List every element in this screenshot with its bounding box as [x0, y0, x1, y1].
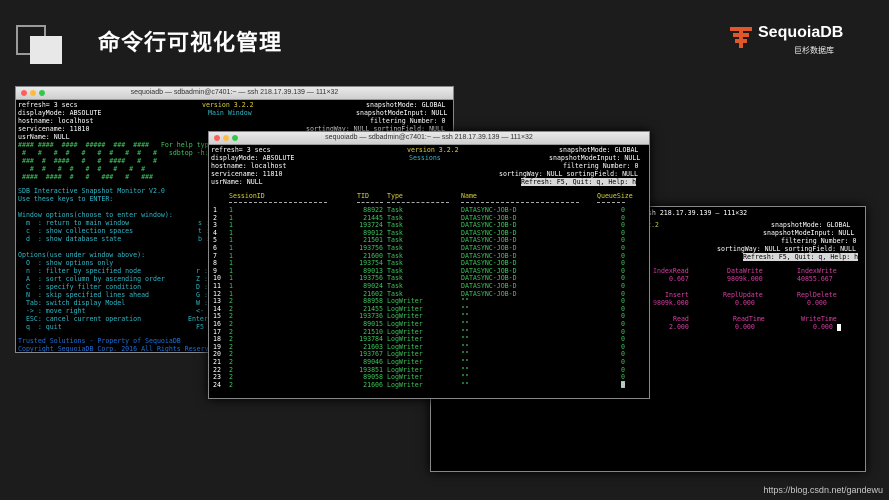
copyright-line: Copyright SequoiaDB Corp. 2016 All Right…: [18, 345, 217, 353]
snapshot-mode: snapshotMode: GLOBAL: [559, 146, 639, 154]
decorative-square-front: [30, 36, 62, 64]
option-line: N : skip specified lines ahead: [18, 291, 150, 299]
snapshot-mode: snapshotMode: GLOBAL: [771, 221, 851, 229]
metric-value: 0.000: [813, 323, 833, 331]
logo-subtitle: 巨杉数据库: [794, 46, 834, 55]
section-window-options: Window options(choose to enter window):: [18, 211, 173, 219]
use-keys: Use these keys to ENTER:: [18, 195, 114, 203]
table-cell: 24: [213, 380, 221, 389]
option-line: ESC: cancel current operation: [18, 315, 142, 323]
display-mode: displayMode: ABSOLUTE: [18, 109, 102, 117]
window-name: Main Window: [208, 109, 252, 117]
titlebar[interactable]: sequoiadb — sdbadmin@c7401:~ — ssh 218.1…: [16, 87, 453, 100]
column-header[interactable]: QueueSize: [597, 192, 633, 200]
column-header[interactable]: Name: [461, 192, 477, 200]
filtering-number: filtering Number: 0: [563, 162, 639, 170]
snapshot-mode: snapshotMode: GLOBAL: [366, 101, 446, 109]
option-line: q : quit: [18, 323, 62, 331]
banner-line: #### #### #### ##### ### #### For help t…: [18, 141, 213, 149]
column-divider: [387, 202, 449, 203]
terminal-window-sessions[interactable]: sequoiadb — sdbadmin@c7401:~ — ssh 218.1…: [208, 131, 650, 399]
banner-line: # # # # # # # # # # sdbtop -h: or: [18, 149, 221, 157]
option-line: n : filter by specified node: [18, 267, 142, 275]
option-line: d : show database state: [18, 235, 122, 243]
table-cell: 2: [229, 380, 233, 389]
metric-label: Read: [673, 315, 689, 323]
metric-value: 9809k.000: [727, 275, 763, 283]
monitor-title: SDB Interactive Snapshot Monitor V2.0: [18, 187, 165, 195]
usrname: usrName: NULL: [18, 133, 70, 141]
servicename: servicename: 11810: [211, 170, 283, 178]
column-header[interactable]: TID: [357, 192, 369, 200]
refresh-text: refresh= 3 secs: [18, 101, 78, 109]
usrname: usrName: NULL: [211, 178, 263, 186]
filtering-number: filtering Number: 0: [781, 237, 857, 245]
option-line: Tab: switch display Model: [18, 299, 126, 307]
column-header[interactable]: SessionID: [229, 192, 265, 200]
option-line: C : specify filter condition: [18, 283, 142, 291]
version-text: version 3.2.2: [407, 146, 459, 154]
window-title: sequoiadb — sdbadmin@c7401:~ — ssh 218.1…: [130, 88, 339, 96]
metric-label: IndexRead: [653, 267, 689, 275]
logo-name: SequoiaDB: [758, 24, 844, 41]
metric-label: Insert: [665, 291, 689, 299]
snapshot-mode-input: snapshotModeInput: NULL: [356, 109, 448, 117]
table-cell: DATASYNC-JOB-D: [461, 289, 517, 298]
servicename: servicename: 11810: [18, 125, 90, 133]
metric-label: WriteTime: [801, 315, 837, 323]
terminal-cursor: [837, 323, 841, 331]
metric-value: 40855.667: [797, 275, 833, 283]
table-cell: 21606: [363, 380, 383, 389]
banner-line: ### # #### # # #### # #: [18, 157, 157, 165]
window-title: — ssh 218.17.39.139 — 111×32: [636, 209, 748, 217]
column-divider: [229, 202, 327, 203]
window-name: Sessions: [409, 154, 441, 162]
hostname: hostname: localhost: [211, 162, 287, 170]
sequoia-tree-icon: [730, 27, 752, 48]
sorting-info: sortingWay: NULL sortingField: NULL: [499, 170, 638, 178]
metric-label: ReplUpdate: [723, 291, 763, 299]
metric-label: DataWrite: [727, 267, 763, 275]
refresh-text: refresh= 3 secs: [211, 146, 271, 154]
column-header[interactable]: Type: [387, 192, 403, 200]
footer-url: https://blog.csdn.net/gandewu: [763, 485, 883, 495]
metric-value: 2.000: [669, 323, 689, 331]
option-line: A : sort column by ascending order: [18, 275, 165, 283]
metric-value: 0.000: [807, 299, 827, 307]
banner-line: # # # # # # # # #: [18, 165, 146, 173]
option-line: c : show collection spaces: [18, 227, 134, 235]
metric-label: ReadTime: [733, 315, 765, 323]
column-divider: [597, 202, 625, 203]
banner-line: #### #### # # ### # ###: [18, 173, 153, 181]
sorting-info: sortingWay: NULL sortingField: NULL: [717, 245, 856, 253]
table-cell: "": [461, 380, 469, 389]
table-cell: LogWriter: [387, 380, 423, 389]
metric-label: IndexWrite: [797, 267, 837, 275]
display-mode: displayMode: ABSOLUTE: [211, 154, 295, 162]
slide-title: 命令行可视化管理: [98, 30, 283, 55]
metric-value: 0.000: [735, 299, 755, 307]
section-options: Options(use under window above):: [18, 251, 146, 259]
metric-label: ReplDelete: [797, 291, 837, 299]
snapshot-mode-input: snapshotModeInput: NULL: [549, 154, 641, 162]
metric-value: 0.667: [669, 275, 689, 283]
column-divider: [461, 202, 579, 203]
window-title: sequoiadb — sdbadmin@c7401:~ — ssh 218.1…: [325, 133, 533, 141]
copyright-line: Trusted Solutions - Property of SequoiaD…: [18, 337, 181, 345]
help-hint: Refresh: F5, Quit: q, Help: h: [521, 178, 637, 187]
titlebar[interactable]: sequoiadb — sdbadmin@c7401:~ — ssh 218.1…: [209, 132, 649, 145]
option-line: -> : move right: [18, 307, 86, 315]
column-divider: [357, 202, 383, 203]
help-hint: Refresh: F5, Quit: q, Help: h: [743, 253, 859, 262]
metric-value: 9809k.000: [653, 299, 689, 307]
version-text: version 3.2.2: [202, 101, 254, 109]
hostname: hostname: localhost: [18, 117, 94, 125]
sequoiadb-logo: SequoiaDB 巨杉数据库: [728, 22, 878, 62]
terminal-cursor: [621, 381, 625, 389]
snapshot-mode-input: snapshotModeInput: NULL: [763, 229, 855, 237]
metric-value: 0.000: [735, 323, 755, 331]
option-line: O : show options only: [18, 259, 114, 267]
filtering-number: filtering Number: 0: [370, 117, 446, 125]
option-line: m : return to main window: [18, 219, 130, 227]
